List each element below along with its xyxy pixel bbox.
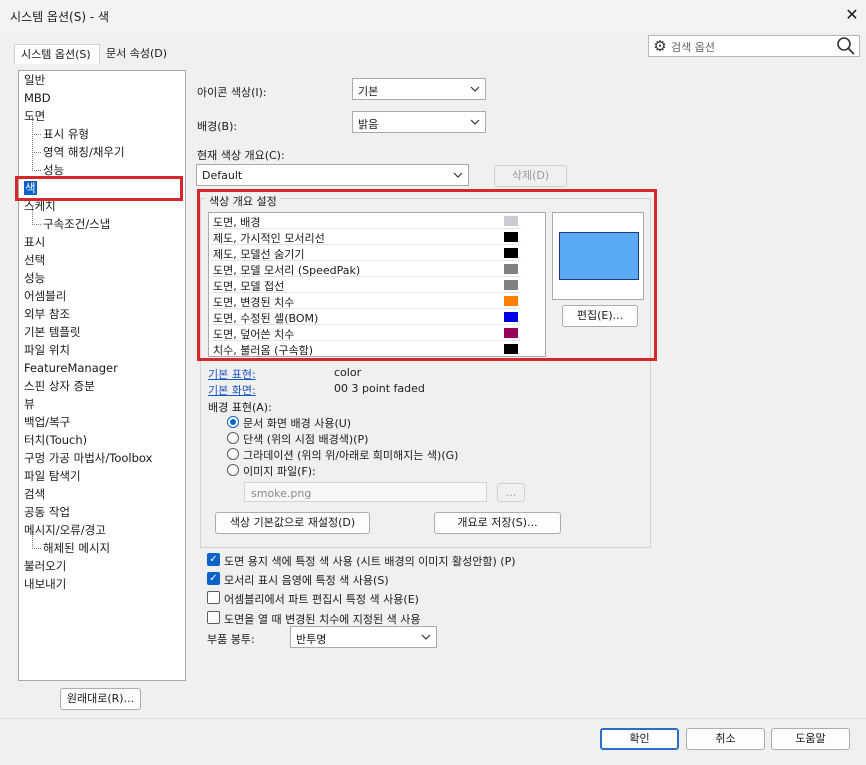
checkbox-assembly-edit[interactable] (207, 591, 220, 604)
color-scheme-select[interactable]: Default (196, 164, 469, 186)
tree-item-file-explorer[interactable]: 파일 탐색기 (24, 467, 81, 485)
bg-appearance-label: 배경 표현(A): (208, 401, 272, 414)
tab-label: 시스템 옵션(S) (21, 48, 91, 61)
tree-item-touch[interactable]: 터치(Touch) (24, 431, 87, 449)
save-scheme-button[interactable]: 개요로 저장(S)... (434, 512, 561, 534)
tree-connector (32, 152, 41, 153)
envelope-label: 부품 봉투: (207, 633, 255, 646)
tree-item-default-templates[interactable]: 기본 템플릿 (24, 323, 81, 341)
tree-connector (32, 224, 41, 225)
reset-colors-button[interactable]: 색상 기본값으로 재설정(D) (215, 512, 370, 534)
title-bar: 시스템 옵션(S) - 색 ✕ (0, 0, 866, 32)
window-title: 시스템 옵션(S) - 색 (10, 10, 109, 24)
chevron-down-icon (453, 172, 463, 178)
select-value: Default (202, 169, 243, 182)
tab-system-options[interactable]: 시스템 옵션(S) (14, 44, 100, 64)
tree-item-featuremanager[interactable]: FeatureManager (24, 359, 118, 377)
tree-connector (32, 134, 41, 135)
tree-item-relations-snaps[interactable]: 구속조건/스냅 (43, 215, 110, 233)
chevron-down-icon (470, 86, 480, 92)
delete-scheme-button[interactable]: 삭제(D) (494, 165, 567, 187)
tree-item-collaboration[interactable]: 공동 작업 (24, 503, 70, 521)
tree-item-view[interactable]: 뷰 (24, 395, 35, 413)
tree-item-hole-wizard-toolbox[interactable]: 구멍 가공 마법사/Toolbox (24, 449, 152, 467)
icon-color-select[interactable]: 기본 (352, 78, 486, 100)
edit-color-button[interactable]: 편집(E)... (562, 305, 638, 327)
tab-document-properties[interactable]: 문서 속성(D) (100, 44, 180, 64)
footer-divider (0, 718, 866, 719)
gear-icon[interactable]: ⚙ (651, 37, 669, 55)
search-icon[interactable] (835, 36, 857, 56)
tree-item-messages[interactable]: 메시지/오류/경고 (24, 521, 106, 539)
tree-item-spin-box-increments[interactable]: 스핀 상자 증분 (24, 377, 95, 395)
background-label: 배경(B): (197, 120, 238, 133)
tab-label: 문서 속성(D) (106, 47, 168, 60)
bg-option-radio[interactable] (227, 464, 239, 476)
default-appearance-value: color (334, 366, 362, 379)
color-scheme-label: 현재 색상 개요(C): (197, 149, 285, 162)
tree-item-assemblies[interactable]: 어셈블리 (24, 287, 66, 305)
tree-selection-highlight (15, 176, 183, 201)
bg-option-radio[interactable] (227, 448, 239, 460)
bg-option-radio[interactable] (227, 416, 239, 428)
preview-swatch (559, 232, 639, 280)
close-icon[interactable]: ✕ (842, 4, 862, 26)
options-tree[interactable]: 일반 MBD 도면 표시 유형 영역 해칭/채우기 성능 색 스케치 구속조건/… (18, 70, 186, 681)
checkbox-label[interactable]: 어셈블리에서 파트 편집시 특정 색 사용(E) (224, 591, 419, 607)
tree-item-export[interactable]: 내보내기 (24, 575, 66, 593)
tree-item-area-hatch[interactable]: 영역 해칭/채우기 (43, 143, 125, 161)
color-preview (552, 212, 644, 300)
browse-button[interactable]: ... (497, 483, 525, 502)
reset-defaults-button[interactable]: 원래대로(R)... (60, 688, 141, 710)
bg-option-label[interactable]: 단색 (위의 시점 배경색)(P) (243, 431, 368, 447)
image-file-field[interactable]: smoke.png (244, 482, 487, 502)
tree-item-general[interactable]: 일반 (24, 71, 45, 89)
checkbox-label[interactable]: 도면을 열 때 변경된 치수에 지정된 색 사용 (224, 611, 421, 627)
ok-button[interactable]: 확인 (600, 728, 679, 750)
default-scene-link[interactable]: 기본 화면: (208, 382, 256, 398)
chevron-down-icon (470, 119, 480, 125)
tree-item-display-style[interactable]: 표시 유형 (43, 125, 89, 143)
select-value: 반투명 (296, 633, 327, 646)
checkbox-label[interactable]: 도면 용지 색에 특정 색 사용 (시트 배경의 이미지 활성안함) (P) (224, 553, 516, 569)
tree-item-backup-recover[interactable]: 백업/복구 (24, 413, 70, 431)
cancel-button[interactable]: 취소 (686, 728, 765, 750)
search-input[interactable]: 검색 옵션 (671, 39, 715, 55)
bg-option-radio[interactable] (227, 432, 239, 444)
tree-item-mbd[interactable]: MBD (24, 89, 51, 107)
icon-color-label: 아이콘 색상(I): (197, 86, 267, 99)
default-scene-value: 00 3 point faded (334, 382, 425, 395)
bg-option-label[interactable]: 문서 화면 배경 사용(U) (243, 415, 351, 431)
default-appearance-link[interactable]: 기본 표현: (208, 366, 256, 382)
checkbox-label[interactable]: 모서리 표시 음영에 특정 색 사용(S) (224, 572, 389, 588)
tree-item-selection[interactable]: 선택 (24, 251, 45, 269)
tree-connector (32, 170, 41, 171)
tree-item-performance[interactable]: 성능 (24, 269, 45, 287)
checkbox-edge-shading[interactable]: ✓ (207, 572, 220, 585)
tree-item-dismissed-messages[interactable]: 해제된 메시지 (43, 539, 110, 557)
background-select[interactable]: 밝음 (352, 111, 486, 133)
tree-item-drawings[interactable]: 도면 (24, 107, 45, 125)
tree-connector (32, 117, 33, 171)
tree-item-search[interactable]: 검색 (24, 485, 45, 503)
checkbox-changed-dimensions[interactable] (207, 611, 220, 624)
tree-item-external-references[interactable]: 외부 참조 (24, 305, 70, 323)
search-box[interactable]: ⚙ 검색 옵션 (648, 35, 860, 57)
image-file-value: smoke.png (251, 487, 312, 500)
tree-connector (32, 548, 41, 549)
select-value: 기본 (358, 85, 379, 98)
bg-option-label[interactable]: 그라데이션 (위의 위/아래로 희미해지는 색)(G) (243, 447, 458, 463)
checkbox-sheet-color[interactable]: ✓ (207, 553, 220, 566)
tree-item-file-locations[interactable]: 파일 위치 (24, 341, 70, 359)
envelope-select[interactable]: 반투명 (290, 626, 437, 648)
tree-item-display[interactable]: 표시 (24, 233, 45, 251)
help-button[interactable]: 도움말 (771, 728, 850, 750)
bg-option-label[interactable]: 이미지 파일(F): (243, 463, 316, 479)
select-value: 밝음 (358, 118, 379, 131)
tree-item-import[interactable]: 불러오기 (24, 557, 66, 575)
chevron-down-icon (421, 634, 431, 640)
